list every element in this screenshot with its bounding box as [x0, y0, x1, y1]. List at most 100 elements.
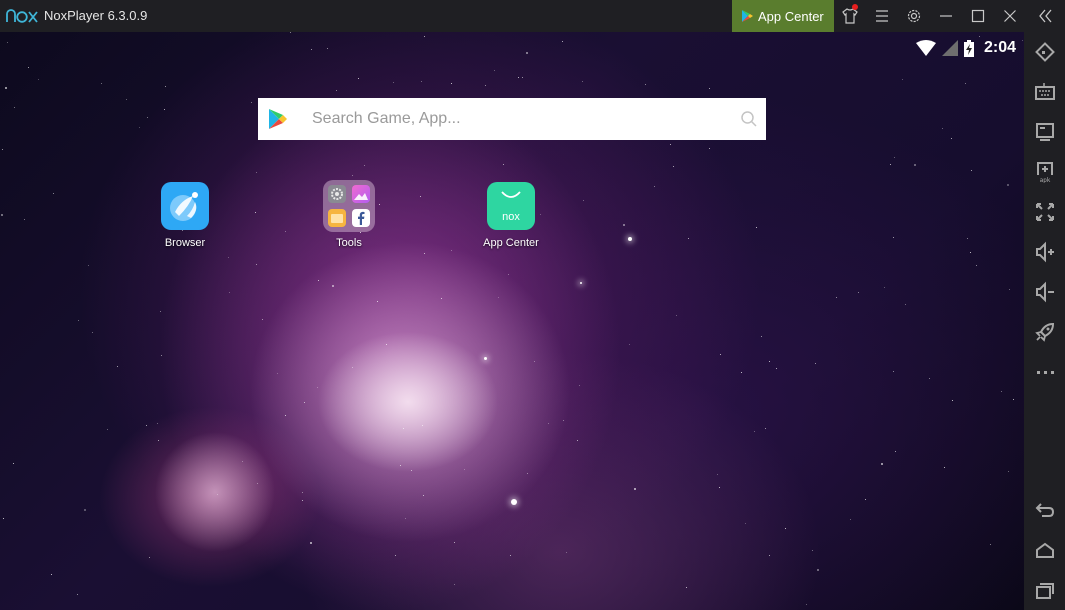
add-apk-button[interactable]: apk	[1024, 154, 1065, 190]
notification-dot	[852, 4, 858, 10]
desktop-icon-label: Browser	[164, 237, 206, 249]
star	[318, 280, 319, 281]
star	[881, 463, 883, 465]
facebook-app-icon	[352, 209, 370, 227]
star	[583, 200, 584, 201]
star	[146, 425, 147, 426]
star	[257, 483, 258, 484]
collapse-sidebar-button[interactable]	[1030, 0, 1062, 32]
fullscreen-button[interactable]	[1024, 194, 1065, 230]
star	[310, 542, 312, 544]
screen-button[interactable]	[1024, 114, 1065, 150]
desktop-icon-app-center[interactable]: nox App Center	[471, 182, 551, 249]
star	[14, 107, 15, 108]
star	[28, 67, 29, 68]
volume-up-icon	[1035, 241, 1054, 263]
star	[673, 166, 674, 167]
star	[1013, 399, 1014, 400]
star	[858, 292, 859, 293]
minimize-icon	[940, 15, 952, 17]
star	[262, 319, 263, 320]
volume-down-button[interactable]	[1024, 274, 1065, 310]
star	[158, 440, 159, 441]
star	[405, 518, 406, 519]
star	[850, 519, 851, 520]
star	[484, 357, 487, 360]
star	[566, 552, 567, 553]
star	[979, 36, 980, 37]
star	[526, 52, 528, 54]
star	[53, 193, 54, 194]
star	[290, 32, 291, 33]
star	[686, 587, 687, 588]
minimize-button[interactable]	[930, 0, 962, 32]
rocket-icon	[1034, 322, 1054, 342]
star	[503, 164, 504, 165]
star	[422, 425, 423, 426]
home-button[interactable]	[1024, 532, 1065, 568]
search-input[interactable]	[312, 110, 740, 128]
android-screen[interactable]: 2:04 Browser	[0, 32, 1024, 610]
status-bar: 2:04	[915, 38, 1016, 58]
star	[101, 83, 102, 84]
desktop-icon-tools[interactable]: Tools	[309, 180, 389, 249]
star	[518, 77, 519, 78]
skin-button[interactable]	[834, 0, 866, 32]
keyboard-button[interactable]	[1024, 74, 1065, 110]
collapse-sidebar-icon	[1039, 9, 1052, 23]
star	[285, 231, 286, 232]
more-button[interactable]	[1024, 354, 1065, 390]
star	[676, 315, 677, 316]
right-toolbar: apk	[1024, 32, 1065, 610]
star	[285, 415, 286, 416]
more-icon	[1036, 371, 1054, 374]
search-bar[interactable]	[258, 98, 766, 140]
app-center-icon-text: nox	[502, 211, 520, 223]
star	[563, 420, 564, 421]
star	[107, 429, 108, 430]
star	[5, 87, 7, 89]
back-button[interactable]	[1024, 492, 1065, 528]
star	[229, 292, 230, 293]
desktop-icon-label: Tools	[336, 237, 362, 249]
settings-button[interactable]	[898, 0, 930, 32]
star	[817, 569, 819, 571]
star	[51, 574, 52, 575]
star	[304, 402, 305, 403]
star	[670, 144, 671, 145]
star	[84, 509, 86, 511]
star	[400, 465, 401, 466]
recents-button[interactable]	[1024, 572, 1065, 608]
file-manager-app-icon	[328, 209, 346, 227]
app-center-button[interactable]: App Center	[732, 0, 834, 32]
star	[785, 528, 786, 529]
maximize-button[interactable]	[962, 0, 994, 32]
star	[377, 301, 378, 302]
star	[894, 157, 895, 158]
volume-up-button[interactable]	[1024, 234, 1065, 270]
star	[765, 428, 766, 429]
star	[494, 70, 495, 71]
star	[7, 42, 8, 43]
star	[623, 224, 625, 226]
rotate-screen-button[interactable]	[1024, 34, 1065, 70]
star	[164, 109, 165, 110]
desktop-icon-browser[interactable]: Browser	[145, 182, 225, 249]
star	[157, 423, 158, 424]
star	[1007, 184, 1009, 186]
maximize-icon	[971, 9, 985, 23]
star	[420, 196, 421, 197]
boost-button[interactable]	[1024, 314, 1065, 350]
star	[902, 79, 903, 80]
star	[527, 473, 528, 474]
star	[317, 387, 318, 388]
search-icon[interactable]	[740, 110, 758, 128]
star	[2, 149, 3, 150]
star	[217, 494, 218, 495]
recents-icon	[1035, 583, 1054, 599]
star	[327, 48, 328, 49]
close-button[interactable]	[994, 0, 1026, 32]
star	[441, 298, 442, 299]
star	[548, 423, 549, 424]
menu-button[interactable]	[866, 0, 898, 32]
